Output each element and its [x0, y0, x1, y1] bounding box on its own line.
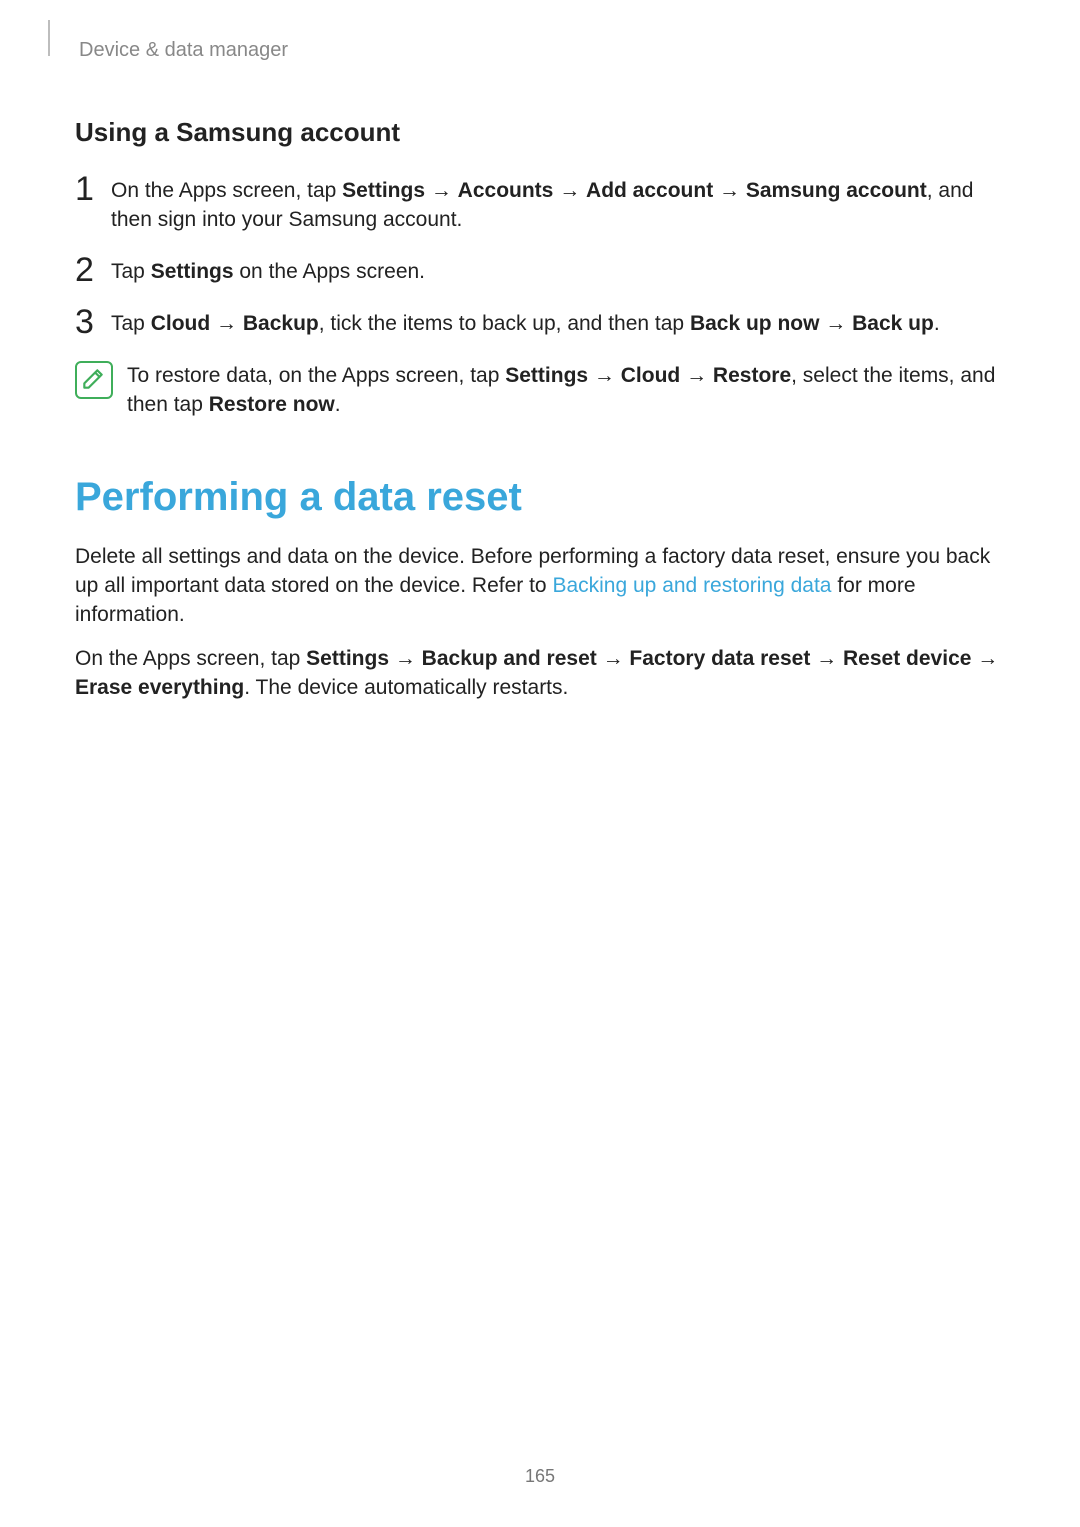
header-label: Device & data manager	[79, 39, 1005, 62]
step-number: 1	[75, 172, 111, 206]
header-divider	[48, 20, 50, 56]
paragraph-2: On the Apps screen, tap Settings → Backu…	[75, 644, 1005, 703]
step-text: Tap Cloud → Backup, tick the items to ba…	[111, 309, 940, 338]
note-text: To restore data, on the Apps screen, tap…	[127, 361, 1005, 420]
page-number: 165	[0, 1466, 1080, 1487]
step-2: 2 Tap Settings on the Apps screen.	[75, 257, 1005, 287]
note-icon	[75, 361, 113, 399]
step-number: 2	[75, 253, 111, 287]
page-content: Device & data manager Using a Samsung ac…	[0, 0, 1080, 703]
section-title: Performing a data reset	[75, 475, 1005, 520]
step-text: Tap Settings on the Apps screen.	[111, 257, 425, 286]
steps-list: 1 On the Apps screen, tap Settings → Acc…	[75, 176, 1005, 339]
step-number: 3	[75, 305, 111, 339]
subheading: Using a Samsung account	[75, 117, 1005, 148]
step-text: On the Apps screen, tap Settings → Accou…	[111, 176, 1005, 235]
note-row: To restore data, on the Apps screen, tap…	[75, 361, 1005, 420]
step-1: 1 On the Apps screen, tap Settings → Acc…	[75, 176, 1005, 235]
step-3: 3 Tap Cloud → Backup, tick the items to …	[75, 309, 1005, 339]
paragraph-1: Delete all settings and data on the devi…	[75, 542, 1005, 630]
